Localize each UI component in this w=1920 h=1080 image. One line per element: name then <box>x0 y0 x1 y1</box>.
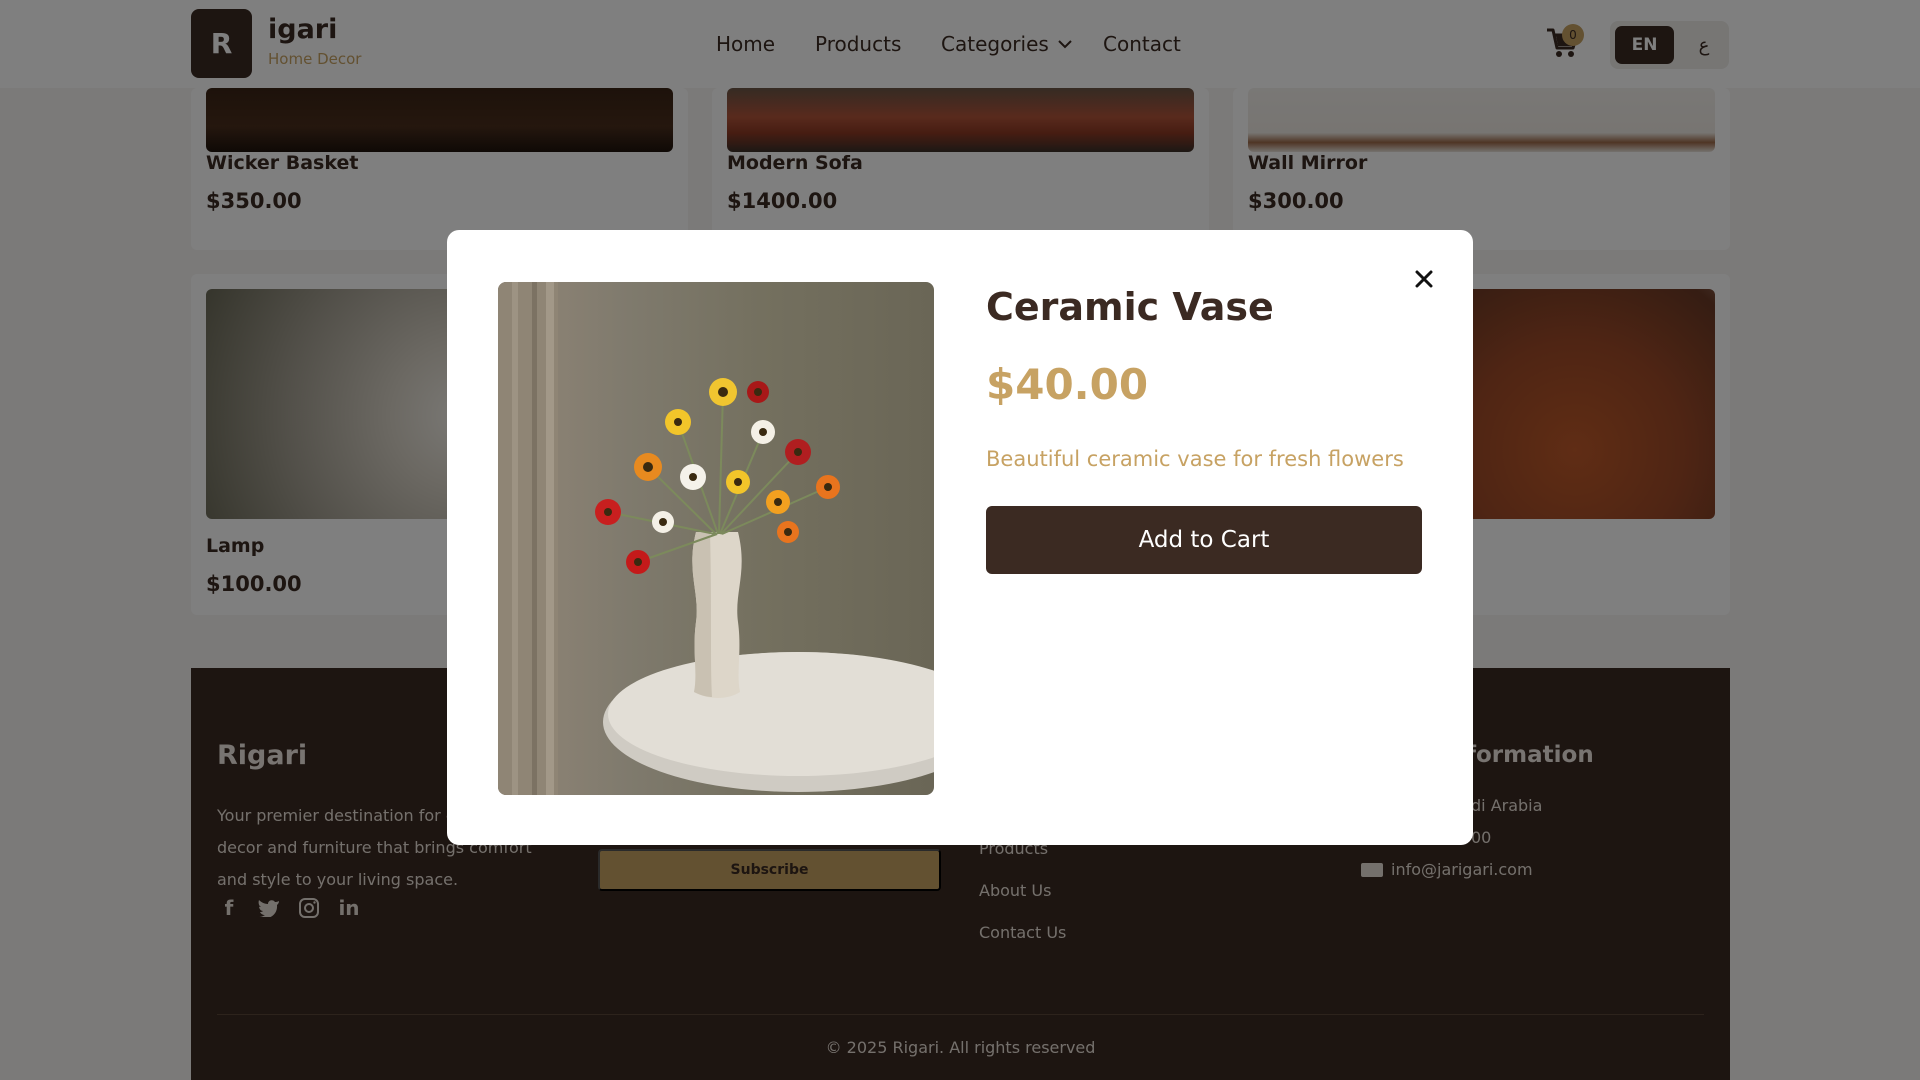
close-icon[interactable] <box>1411 266 1437 292</box>
add-to-cart-button[interactable]: Add to Cart <box>986 506 1422 574</box>
product-modal: Ceramic Vase $40.00 Beautiful ceramic va… <box>447 230 1473 845</box>
modal-product-description: Beautiful ceramic vase for fresh flowers <box>986 447 1404 471</box>
product-image <box>498 282 934 795</box>
vase-illustration <box>498 282 934 795</box>
modal-product-title: Ceramic Vase <box>986 285 1274 329</box>
modal-product-price: $40.00 <box>986 360 1149 409</box>
